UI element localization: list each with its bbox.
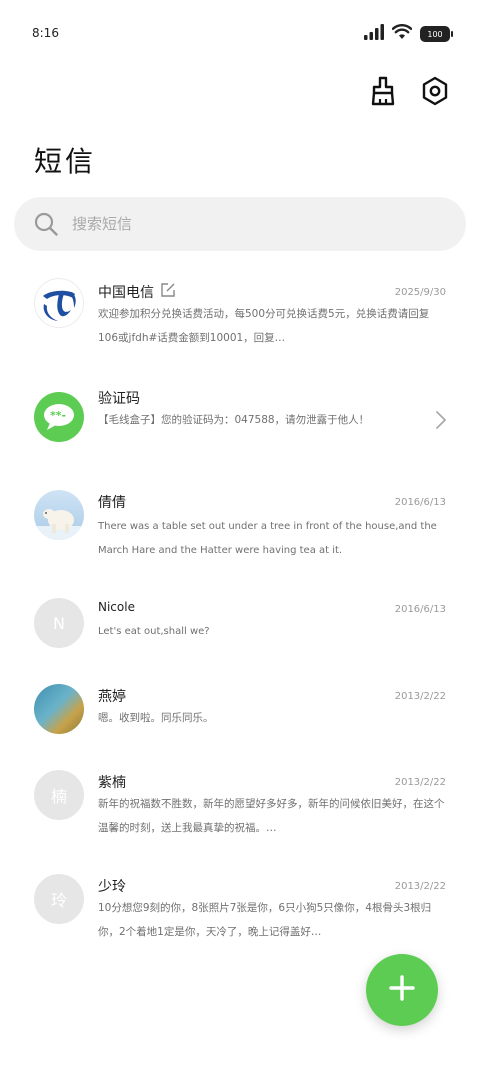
avatar: 楠 [34, 770, 84, 820]
conversation-snippet: 10分想您9刻的你，8张照片7张是你，6只小狗5只像你，4根骨头3根归你，2个着… [98, 902, 432, 938]
conversation-name: 燕婷 [98, 686, 126, 706]
conversation-item[interactable]: 倩倩 2016/6/13 There was a table set out u… [0, 476, 480, 580]
top-actions [366, 76, 452, 110]
broom-icon [369, 76, 397, 110]
conversation-name: 紫楠 [98, 772, 126, 792]
conversation-snippet: 嗯。收到啦。同乐同乐。 [98, 712, 214, 724]
conversation-name: 验证码 [98, 388, 140, 408]
conversation-date: 2013/2/22 [394, 881, 446, 892]
polar-bear-photo [34, 490, 84, 540]
conversation-name-text: 中国电信 [98, 285, 154, 301]
settings-button[interactable] [418, 76, 452, 110]
status-bar: 8:16 100 [0, 0, 480, 68]
conversation-item[interactable]: N Nicole 2016/6/13 Let's eat out,shall w… [0, 580, 480, 664]
signal-icon [364, 24, 384, 44]
conversation-item[interactable]: **- 验证码 【毛线盒子】您的验证码为：047588，请勿泄露于他人！ [0, 372, 480, 476]
conversation-name: 少玲 [98, 876, 126, 896]
page-title: 短信 [34, 145, 97, 178]
status-time: 8:16 [32, 26, 59, 40]
avatar: 玲 [34, 874, 84, 924]
conversation-name-text: Nicole [98, 600, 135, 614]
conversation-snippet: 欢迎参加积分兑换话费活动，每500分可兑换话费5元，兑换话费请回复106或jfd… [98, 308, 430, 344]
conversation-item[interactable]: 玲 少玲 2013/2/22 10分想您9刻的你，8张照片7张是你，6只小狗5只… [0, 854, 480, 958]
avatar: N [34, 598, 84, 648]
conversation-item[interactable]: 中国电信 2025/9/30 欢迎参加积分兑换话费活动，每500分可兑换话费5元… [0, 268, 480, 372]
wifi-icon [391, 24, 413, 44]
conversation-date: 2016/6/13 [394, 604, 446, 615]
plus-icon [387, 973, 417, 1007]
conversation-name: 中国电信 [98, 282, 176, 302]
conversation-snippet: 【毛线盒子】您的验证码为：047588，请勿泄露于他人！ [98, 414, 370, 426]
conversation-name: 倩倩 [98, 492, 126, 512]
conversation-name-text: 倩倩 [98, 495, 126, 511]
chevron-right-icon [434, 410, 448, 430]
message-bubble-icon: **- [34, 392, 84, 442]
new-message-button[interactable] [366, 954, 438, 1026]
svg-text:**-: **- [50, 409, 66, 422]
conversation-name-text: 少玲 [98, 879, 126, 895]
conversation-snippet: There was a table set out under a tree i… [98, 521, 437, 556]
battery-level: 100 [427, 29, 443, 39]
conversation-date: 2016/6/13 [394, 497, 446, 508]
conversation-item[interactable]: 楠 紫楠 2013/2/22 新年的祝福数不胜数，新年的愿望好多好多，新年的问候… [0, 750, 480, 854]
gear-icon [421, 76, 449, 110]
conversation-date: 2013/2/22 [394, 691, 446, 702]
conversation-item[interactable]: 燕婷 2013/2/22 嗯。收到啦。同乐同乐。 [0, 664, 480, 750]
conversation-date: 2025/9/30 [394, 287, 446, 298]
status-icons: 100 [364, 24, 453, 44]
search-input[interactable] [70, 214, 434, 234]
conversation-name-text: 验证码 [98, 391, 140, 407]
search-icon [32, 210, 60, 238]
conversation-name: Nicole [98, 600, 135, 614]
conversation-snippet: Let's eat out,shall we? [98, 626, 210, 637]
conversation-list: 中国电信 2025/9/30 欢迎参加积分兑换话费活动，每500分可兑换话费5元… [0, 268, 480, 958]
battery-icon: 100 [420, 26, 453, 42]
conversation-name-text: 紫楠 [98, 775, 126, 791]
conversation-snippet: 新年的祝福数不胜数，新年的愿望好多好多，新年的问候依旧美好，在这个温馨的时刻，送… [98, 798, 445, 834]
china-telecom-logo [34, 278, 84, 328]
edit-icon [160, 282, 176, 302]
conversation-date: 2013/2/22 [394, 777, 446, 788]
search-bar[interactable] [14, 197, 466, 251]
clean-button[interactable] [366, 76, 400, 110]
ocean-photo [34, 684, 84, 734]
conversation-name-text: 燕婷 [98, 689, 126, 705]
